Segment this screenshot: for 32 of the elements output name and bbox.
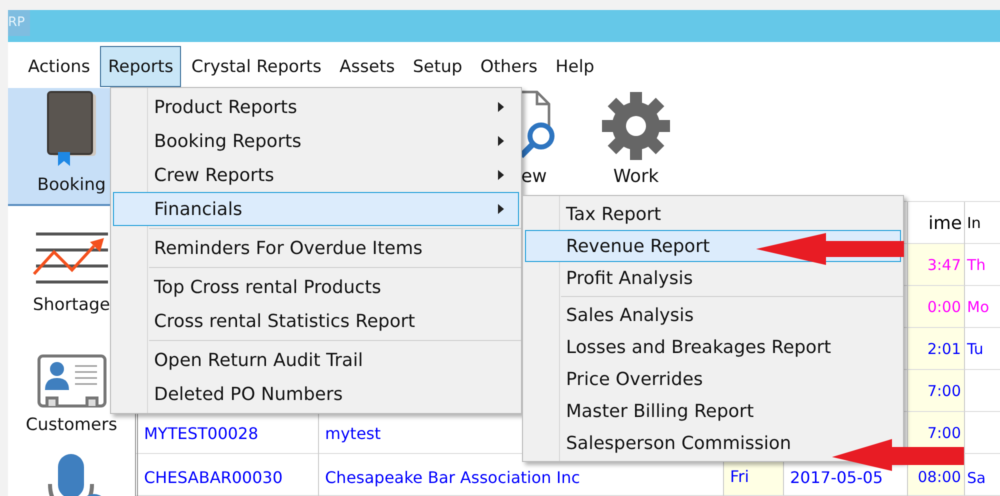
menu-bar-item[interactable]: Actions [20, 46, 98, 87]
menu-item[interactable]: Sales Analysis [525, 299, 705, 331]
table-cell-text: Tu [966, 339, 984, 360]
menu-item[interactable]: Tax Report [525, 198, 672, 230]
table-cell: Chesapeake Bar Association Inc [325, 468, 580, 487]
menu-item[interactable]: Financials [113, 192, 519, 226]
table-cell-text: 2017-05-05 [789, 467, 884, 489]
menu-item[interactable]: Master Billing Report [525, 395, 765, 427]
table-cell: 2:01 [908, 328, 965, 370]
table-cell: 7:00 [908, 370, 965, 412]
menu-item[interactable]: Open Return Audit Trail [113, 343, 519, 377]
menu-bar-item[interactable]: Setup [404, 46, 470, 87]
menu-bar-item[interactable]: Help [547, 46, 602, 87]
table-cell: mytest [325, 424, 381, 442]
app-logo: RP [8, 10, 30, 36]
menu-bar-item[interactable]: Others [472, 46, 546, 87]
table-cell-text: CHESABAR00030 [143, 467, 284, 489]
column-header: ime [927, 212, 963, 236]
column-header: In [966, 213, 982, 234]
table-cell-text: Th [966, 255, 987, 276]
menu-item[interactable]: Deleted PO Numbers [113, 377, 519, 411]
table-cell-text: MYTEST00028 [143, 422, 260, 444]
table-cell: 3:47 [908, 244, 965, 286]
table-cell-text: Sa [966, 468, 987, 489]
menu-bar-item[interactable]: Reports [100, 46, 182, 87]
menu-bar-item[interactable]: Crystal Reports [183, 46, 330, 87]
menu-bar-item[interactable]: Assets [332, 46, 403, 87]
menu-item[interactable]: Losses and Breakages Report [525, 331, 842, 363]
menu-item[interactable]: Profit Analysis [525, 262, 704, 294]
menu-item[interactable]: Price Overrides [525, 363, 714, 395]
table-cell: 0:00 [908, 286, 965, 328]
table-cell-text: Mo [966, 297, 990, 318]
